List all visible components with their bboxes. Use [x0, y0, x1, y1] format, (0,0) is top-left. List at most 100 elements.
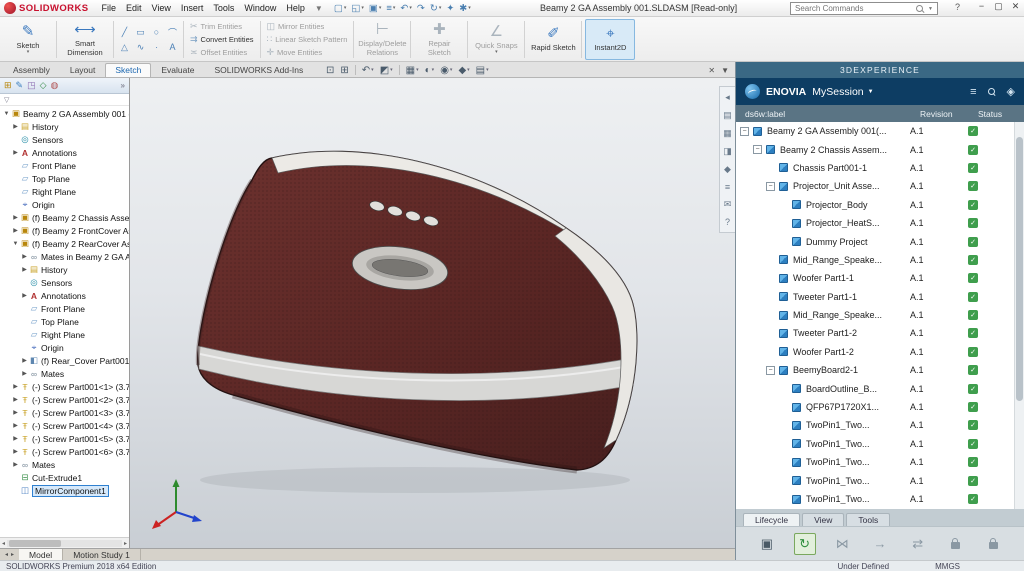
expander-icon[interactable]: ▶	[11, 383, 20, 390]
tree-item-screw-part001-6-3-75-x-3[interactable]: ▶Ŧ(-) Screw Part001<6> (3.75 x 3	[0, 445, 129, 458]
print-icon[interactable]: ≡▾	[384, 3, 397, 14]
doc-tab-model[interactable]: Model	[19, 549, 63, 560]
menu-help[interactable]: Help	[281, 3, 310, 13]
line-tool-icon[interactable]: ╱	[117, 25, 132, 39]
rebuild-icon[interactable]: ↻▾	[428, 3, 443, 14]
redo-icon[interactable]: ↷	[415, 3, 427, 14]
command-search[interactable]: ▼	[790, 2, 938, 15]
tree-item-f-beamy-2-frontcover-assem[interactable]: ▶▣(f) Beamy 2 FrontCover Assem	[0, 224, 129, 237]
trim-entities-button[interactable]: ✂Trim Entities	[187, 21, 257, 32]
lock-icon[interactable]	[944, 533, 966, 555]
convert-entities-button[interactable]: ⇉Convert Entities	[187, 34, 257, 45]
tab-evaluate[interactable]: Evaluate	[151, 63, 204, 77]
rapid-sketch-button[interactable]: ✐Rapid Sketch	[528, 19, 578, 60]
move-entities-button[interactable]: ✛Move Entities	[264, 47, 351, 58]
previous-view-icon[interactable]: ↶▾	[362, 65, 374, 76]
zoom-area-icon[interactable]: ⊞	[340, 65, 348, 76]
expander-icon[interactable]: ▶	[11, 123, 20, 130]
tree-item-screw-part001-2-3-75-x-3[interactable]: ▶Ŧ(-) Screw Part001<2> (3.75 x 3	[0, 393, 129, 406]
search-icon[interactable]	[916, 5, 924, 13]
smart-dimension-button[interactable]: ⟷Smart Dimension	[60, 19, 110, 60]
help-icon[interactable]: ?	[725, 217, 730, 227]
expander-icon[interactable]: ▶	[11, 461, 20, 468]
refresh-icon[interactable]: ↻	[794, 533, 816, 555]
expander-icon[interactable]: −	[766, 182, 775, 191]
arc-tool-icon[interactable]: ⌒	[165, 25, 180, 39]
model-beamy2-assembly[interactable]	[130, 78, 735, 548]
structure-row-twopin1-two[interactable]: TwoPin1_Two...A.1✓	[736, 471, 1014, 489]
swap-icon[interactable]: ⇄	[907, 533, 929, 555]
text-tool-icon[interactable]: A	[165, 40, 180, 54]
tree-item-mates[interactable]: ▶∞Mates	[0, 458, 129, 471]
spline-tool-icon[interactable]: ∿	[133, 40, 148, 54]
structure-row-boardoutline-b[interactable]: BoardOutline_B...A.1✓	[736, 379, 1014, 397]
help-icon[interactable]: ?	[955, 2, 960, 12]
expander-icon[interactable]: ▶	[11, 149, 20, 156]
tree-item-top-plane[interactable]: ▱Top Plane	[0, 172, 129, 185]
display-delete-relations-button[interactable]: ⊢Display/Delete Relations	[357, 19, 407, 60]
menu-tools[interactable]: Tools	[208, 3, 239, 13]
structure-row-qfp67p1720x1[interactable]: QFP67P1720X1...A.1✓	[736, 398, 1014, 416]
doc-tab-motion-study-1[interactable]: Motion Study 1	[63, 549, 141, 560]
tree-item-screw-part001-4-3-75-x-3[interactable]: ▶Ŧ(-) Screw Part001<4> (3.75 x 3	[0, 419, 129, 432]
structure-row-twopin1-two[interactable]: TwoPin1_Two...A.1✓	[736, 435, 1014, 453]
expand-panel-icon[interactable]: »	[121, 81, 125, 90]
panel-close-icon[interactable]: ✕	[708, 66, 715, 75]
minimize-button[interactable]: −	[975, 1, 988, 12]
featuremanager-tab-icon[interactable]: ⊞	[4, 80, 12, 91]
tab-assembly[interactable]: Assembly	[3, 63, 60, 77]
forum-icon[interactable]: ✉	[724, 199, 732, 210]
tree-item-screw-part001-3-3-75-x-3[interactable]: ▶Ŧ(-) Screw Part001<3> (3.75 x 3	[0, 406, 129, 419]
menu-icon[interactable]: ≡	[970, 86, 976, 98]
expander-icon[interactable]: ▶	[20, 370, 29, 377]
connect-icon[interactable]: ⋈	[831, 533, 853, 555]
tab-view[interactable]: View	[802, 513, 844, 526]
tab-sketch[interactable]: Sketch	[105, 63, 151, 77]
edit-appearance-icon[interactable]: ◆▾	[458, 65, 469, 76]
tab-solidworks-add-ins[interactable]: SOLIDWORKS Add-Ins	[204, 63, 313, 77]
expander-icon[interactable]: ▶	[11, 448, 20, 455]
sketch-button[interactable]: ✎Sketch▾	[3, 19, 53, 60]
new-icon[interactable]: ▢▾	[332, 3, 349, 14]
open-icon[interactable]: ◱▾	[349, 3, 366, 14]
close-button[interactable]: ✕	[1009, 1, 1022, 12]
tree-horizontal-scrollbar[interactable]: ◂ ▸	[0, 537, 129, 548]
structure-row-projector-body[interactable]: Projector_BodyA.1✓	[736, 196, 1014, 214]
menu-window[interactable]: Window	[239, 3, 281, 13]
rectangle-tool-icon[interactable]: ▭	[133, 25, 148, 39]
structure-row-woofer-part1-1[interactable]: Woofer Part1-1A.1✓	[736, 269, 1014, 287]
expander-icon[interactable]: ▶	[20, 357, 29, 364]
structure-row-twopin1-two[interactable]: TwoPin1_Two...A.1✓	[736, 490, 1014, 508]
expander-icon[interactable]: −	[753, 145, 762, 154]
configurationmanager-tab-icon[interactable]: ◳	[27, 80, 36, 91]
doc-tab-right-icon[interactable]: ▸	[11, 551, 14, 558]
route-icon[interactable]: →	[869, 533, 891, 555]
expander-icon[interactable]: ▶	[11, 214, 20, 221]
undo-icon[interactable]: ↶▾	[398, 3, 413, 14]
zoom-fit-icon[interactable]: ⊡	[326, 65, 334, 76]
tree-item-cut-extrude1[interactable]: ⊟Cut-Extrude1	[0, 471, 129, 484]
tab-tools[interactable]: Tools	[846, 513, 890, 526]
repair-sketch-button[interactable]: ✚Repair Sketch	[414, 19, 464, 60]
view-palette-icon[interactable]: ◨	[723, 146, 732, 157]
expander-icon[interactable]: ▼	[11, 241, 20, 247]
structure-row-woofer-part1-2[interactable]: Woofer Part1-2A.1✓	[736, 343, 1014, 361]
tree-item-front-plane[interactable]: ▱Front Plane	[0, 159, 129, 172]
search-dropdown-icon[interactable]: ▼	[928, 6, 933, 12]
custom-properties-icon[interactable]: ≡	[725, 182, 730, 192]
displaymanager-tab-icon[interactable]: ◍	[51, 80, 59, 91]
save-icon[interactable]: ▣▾	[367, 3, 384, 14]
menu-view[interactable]: View	[146, 3, 175, 13]
tree-item-mates[interactable]: ▶∞Mates	[0, 367, 129, 380]
tree-item-mirrorcomponent1[interactable]: ◫MirrorComponent1	[0, 484, 129, 497]
structure-row-chassis-part001-1[interactable]: Chassis Part001-1A.1✓	[736, 159, 1014, 177]
file-properties-icon[interactable]: ✦	[444, 3, 456, 14]
collapse-icon[interactable]: ◂	[725, 92, 730, 103]
structure-row-twopin1-two[interactable]: TwoPin1_Two...A.1✓	[736, 453, 1014, 471]
tag-icon[interactable]: ◈	[1007, 85, 1015, 98]
units-label[interactable]: MMGS	[935, 562, 960, 571]
hide-show-items-icon[interactable]: ◉▾	[440, 65, 452, 76]
options-icon[interactable]: ✱▾	[457, 3, 472, 14]
view-orientation-icon[interactable]: ▦▾	[406, 65, 419, 76]
point-tool-icon[interactable]: ∙	[149, 40, 164, 54]
